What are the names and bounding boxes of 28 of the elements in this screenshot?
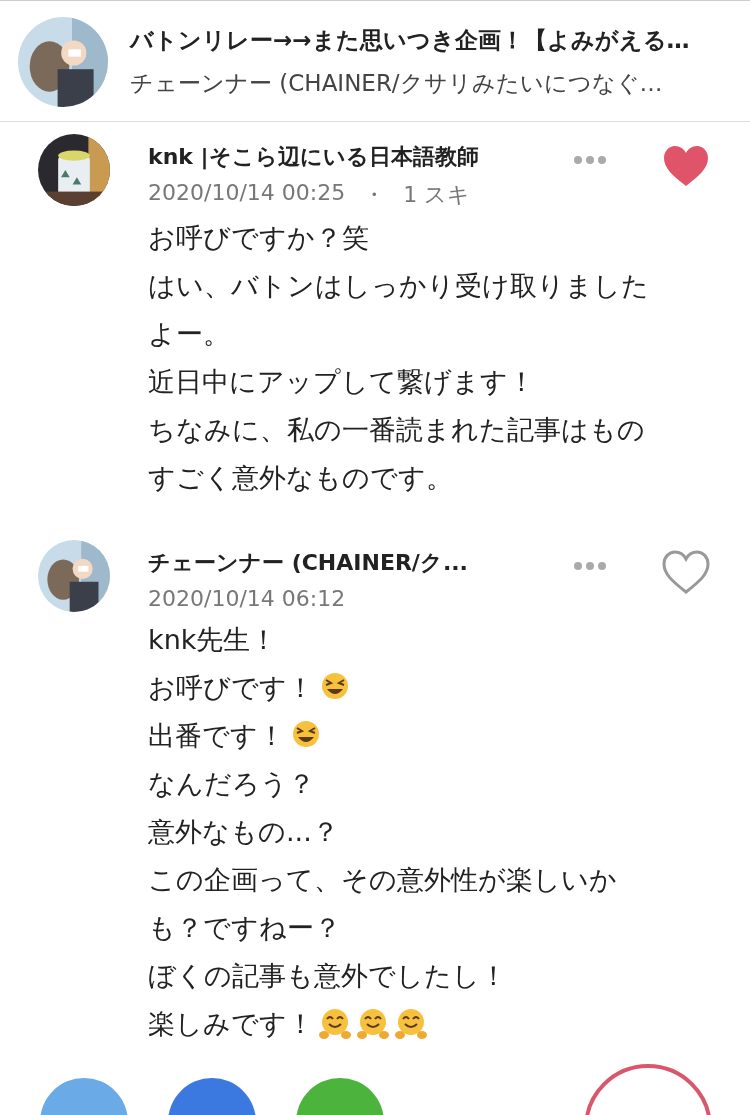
separator: ・	[363, 181, 386, 209]
comment-date: 2020/10/14 00:25	[148, 180, 346, 207]
comment-text: なんだろう？	[148, 767, 315, 801]
hugging-face-icon	[394, 1007, 428, 1041]
like-button[interactable]	[662, 550, 710, 594]
comment-text: よー。	[148, 317, 230, 351]
comment-text: 近日中にアップして繋げます！	[148, 365, 535, 399]
comment-text: お呼びですか？笑	[148, 221, 369, 255]
comment-text: お呼びです！	[148, 671, 314, 705]
comment-text: 意外なもの...？	[148, 815, 339, 849]
hugging-face-icon	[318, 1007, 352, 1041]
hugging-face-icon	[356, 1007, 390, 1041]
comment-text: 出番です！	[148, 719, 285, 753]
comment-text: はい、バトンはしっかり受け取りました	[148, 269, 649, 303]
comment-text: ぼくの記事も意外でしたし！	[148, 959, 507, 993]
like-button[interactable]	[662, 144, 710, 188]
like-count: 1 スキ	[403, 181, 471, 209]
comment-text: も？ですねー？	[148, 911, 341, 945]
article-title[interactable]: バトンリレー→→また思いつき企画！【よみがえる…	[130, 25, 690, 56]
comment-date: 2020/10/14 06:12	[148, 586, 346, 611]
comment-text: ちなみに、私の一番読まれた記事はもの	[148, 413, 645, 447]
article-author: チェーンナー (CHAINER/クサリみたいにつなぐ…	[130, 69, 664, 98]
comment-text: すごく意外なものです。	[148, 461, 453, 495]
comment-text: この企画って、その意外性が楽しいか	[148, 863, 617, 897]
comment-text: knk先生！	[148, 623, 278, 657]
comment-text: 楽しみです！	[148, 1007, 314, 1041]
comment-author[interactable]: チェーンナー (CHAINER/ク...	[148, 548, 568, 578]
comment-author[interactable]: knk |そこら辺にいる日本語教師	[148, 142, 568, 172]
